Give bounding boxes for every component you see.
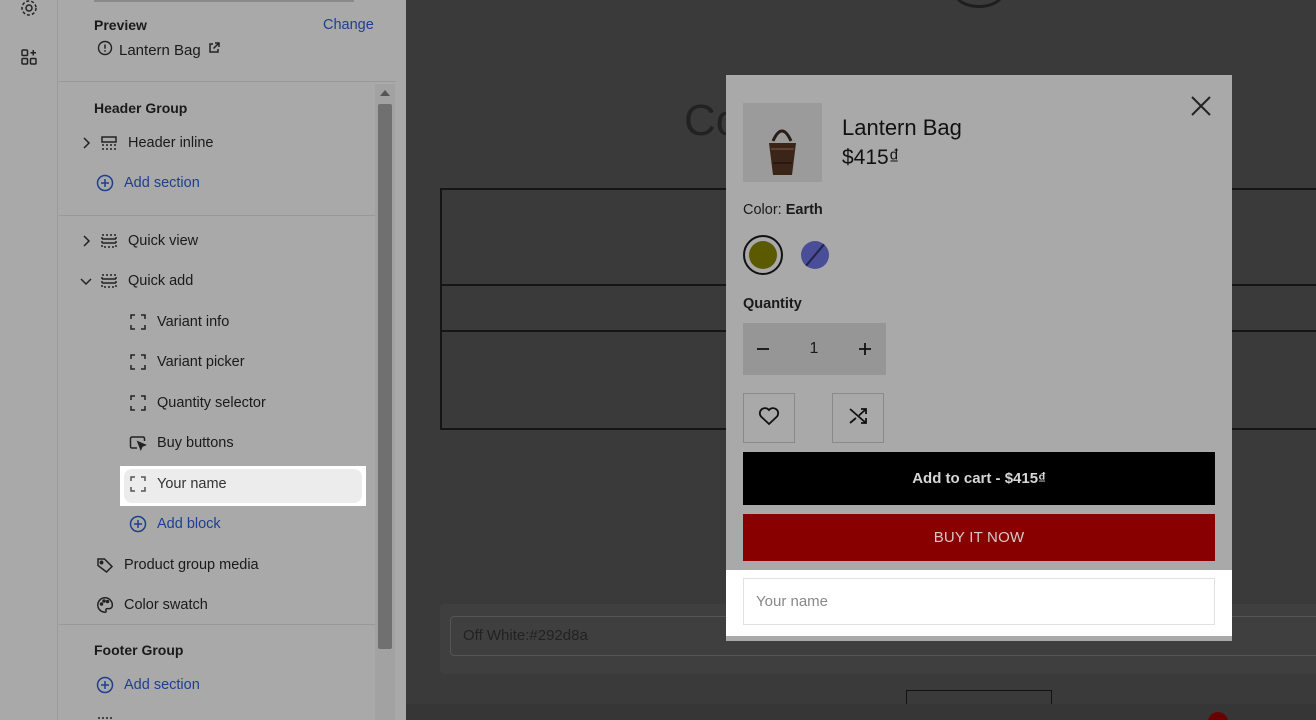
- section-product-group-media[interactable]: Product group media: [96, 553, 259, 577]
- buy-it-now-button[interactable]: BUY IT NOW: [743, 514, 1215, 561]
- color-prefix: Color:: [743, 202, 786, 218]
- preview-page[interactable]: Lantern Bag: [97, 40, 221, 60]
- left-rail: [0, 0, 58, 720]
- theme-editor-sidebar: Preview Change Lantern Bag Header Group …: [59, 0, 396, 720]
- sidebar-scrollbar[interactable]: [375, 84, 395, 720]
- apps-blocks-icon[interactable]: [19, 47, 39, 67]
- heart-icon: [758, 406, 780, 431]
- product-name[interactable]: Lantern Bag: [842, 115, 962, 141]
- block-icon: [129, 475, 147, 493]
- add-to-cart-button[interactable]: Add to cart - $415₫: [743, 452, 1215, 505]
- divider: [94, 0, 354, 2]
- palette-icon: [96, 596, 114, 614]
- section-tree-lower: Your name Add block Product group media …: [59, 84, 376, 720]
- minus-icon[interactable]: [743, 323, 783, 375]
- quantity-stepper: 1: [743, 323, 886, 375]
- block-label: Your name: [157, 476, 227, 492]
- preview-label: Preview: [94, 17, 147, 33]
- change-preview-link[interactable]: Change: [323, 17, 374, 33]
- your-name-block-highlight: Your name: [726, 570, 1232, 636]
- add-section-label: Add section: [124, 677, 200, 693]
- quantity-input[interactable]: 1: [783, 323, 845, 375]
- section-footer-partial[interactable]: [96, 712, 124, 720]
- divider: [59, 81, 396, 82]
- footer-group-title: Footer Group: [94, 642, 184, 658]
- divider: [59, 624, 376, 625]
- section-color-swatch[interactable]: Color swatch: [96, 593, 208, 617]
- your-name-input[interactable]: Your name: [743, 578, 1215, 625]
- add-circle-icon: [96, 676, 114, 694]
- section-label: Product group media: [124, 557, 259, 573]
- external-link-icon[interactable]: [207, 41, 221, 59]
- section-icon: [96, 715, 114, 720]
- product-thumbnail[interactable]: [743, 103, 822, 182]
- section-label: Color swatch: [124, 597, 208, 613]
- product-price: $415₫: [842, 146, 900, 169]
- scroll-up-arrow-icon[interactable]: [380, 90, 390, 96]
- plus-icon[interactable]: [845, 323, 885, 375]
- quick-add-modal: Lantern Bag $415₫ Color: Earth Quantity …: [726, 75, 1232, 641]
- compare-button[interactable]: [832, 393, 884, 443]
- color-label: Color: Earth: [743, 202, 823, 218]
- info-icon: [97, 40, 113, 60]
- close-icon[interactable]: [1188, 93, 1214, 119]
- tag-icon: [96, 556, 114, 574]
- swatch-unavailable[interactable]: [795, 235, 835, 275]
- footer-add-section-button[interactable]: Add section: [96, 673, 200, 697]
- block-your-name[interactable]: Your name: [129, 472, 227, 496]
- bottom-bar: [406, 704, 1316, 720]
- add-block-button[interactable]: Add block: [129, 512, 221, 536]
- add-block-label: Add block: [157, 516, 221, 532]
- preview-page-name: Lantern Bag: [119, 41, 201, 59]
- selected-color-value: Earth: [785, 202, 823, 218]
- add-circle-icon: [129, 515, 147, 533]
- settings-gear-icon[interactable]: [19, 0, 39, 18]
- scrollbar-thumb[interactable]: [378, 104, 392, 649]
- store-logo: [954, 0, 1004, 8]
- shuffle-icon: [847, 405, 869, 432]
- swatch-earth[interactable]: [743, 235, 783, 275]
- wishlist-button[interactable]: [743, 393, 795, 443]
- quantity-label: Quantity: [743, 296, 802, 312]
